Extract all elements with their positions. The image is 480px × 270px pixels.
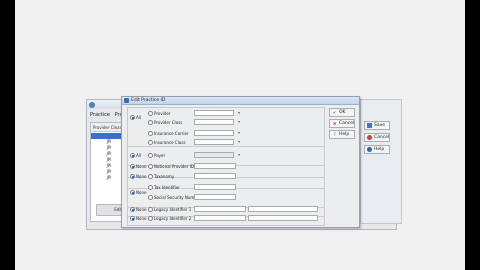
legacy2-extra-field[interactable]: [248, 215, 318, 221]
payer-label: Payer: [154, 153, 166, 158]
letterbox-right: [465, 0, 480, 270]
legacy2-label: Legacy Identifier 2: [154, 216, 192, 221]
save-label: Save: [374, 123, 386, 128]
none-label-npi: None: [136, 164, 147, 169]
legacy1-label: Legacy Identifier 1: [154, 207, 192, 212]
none-radio-legacy2[interactable]: [130, 216, 135, 221]
save-icon: [367, 123, 372, 128]
help-icon: [367, 147, 372, 152]
none-label-legacy1: None: [136, 207, 147, 212]
all-radio-1[interactable]: [130, 115, 135, 120]
tax-id-field[interactable]: [194, 184, 236, 190]
payer-field[interactable]: [194, 152, 234, 158]
cancel-icon: [367, 135, 372, 140]
none-radio-legacy1[interactable]: [130, 207, 135, 212]
insurance-carrier-dropdown-icon[interactable]: ▾: [237, 131, 241, 135]
save-button[interactable]: Save: [364, 121, 390, 130]
ssn-radio[interactable]: [148, 195, 153, 200]
payer-dropdown-icon[interactable]: ▾: [237, 153, 241, 157]
app-icon: [89, 102, 95, 108]
legacy2-field[interactable]: [194, 215, 246, 221]
list-header-label-2: Clear: [110, 125, 122, 130]
insurance-carrier-field[interactable]: [194, 130, 234, 136]
npi-field[interactable]: [194, 163, 236, 169]
none-label-legacy2: None: [136, 216, 147, 221]
all-radio-2[interactable]: [130, 153, 135, 158]
dialog-title: Edit Practice ID: [131, 98, 166, 103]
payer-radio[interactable]: [148, 153, 153, 158]
provider-label: Provider: [154, 111, 171, 116]
check-icon: ✔: [332, 110, 337, 115]
cancel-label: Cancel: [374, 135, 390, 140]
letterbox-left: [0, 0, 15, 270]
provider-class-radio[interactable]: [148, 120, 153, 125]
provider-field[interactable]: [194, 110, 234, 116]
tax-id-radio[interactable]: [148, 185, 153, 190]
insurance-class-radio[interactable]: [148, 140, 153, 145]
legacy1-field[interactable]: [194, 206, 246, 212]
none-label-tax: None: [136, 190, 147, 195]
dialog-help-label: Help: [339, 132, 350, 137]
help-icon: ?: [333, 132, 336, 137]
legacy2-radio[interactable]: [148, 216, 153, 221]
insurance-class-field[interactable]: [194, 139, 234, 145]
edit-practice-id-dialog: Edit Practice ID All Provider Provider C…: [121, 96, 360, 228]
ssn-field[interactable]: [194, 194, 236, 200]
all-label-2: All: [136, 153, 141, 158]
npi-radio[interactable]: [148, 164, 153, 169]
npi-label: National Provider ID: [154, 164, 194, 169]
help-button[interactable]: Help: [364, 145, 390, 154]
dialog-cancel-label: Cancel: [339, 121, 355, 126]
ok-label: OK: [339, 110, 346, 115]
legacy1-radio[interactable]: [148, 207, 153, 212]
taxonomy-radio[interactable]: [148, 174, 153, 179]
help-label: Help: [374, 147, 385, 152]
none-radio-npi[interactable]: [130, 164, 135, 169]
insurance-carrier-label: Insurance Carrier: [154, 131, 189, 136]
provider-class-label: Provider Class: [154, 120, 183, 125]
menu-item-practice[interactable]: Practice: [90, 110, 110, 120]
dialog-help-button[interactable]: ? Help: [329, 130, 355, 139]
parent-side-buttons: Save Cancel Help: [360, 99, 402, 224]
list-header-label: Provider: [93, 125, 110, 130]
insurance-carrier-radio[interactable]: [148, 131, 153, 136]
cancel-icon: ✖: [332, 121, 337, 126]
dialog-cancel-button[interactable]: ✖ Cancel: [329, 119, 355, 128]
all-label-1: All: [136, 115, 141, 120]
legacy1-extra-field[interactable]: [248, 206, 318, 212]
tax-id-label: Tax Identifier: [154, 185, 180, 190]
provider-class-dropdown-icon[interactable]: ▾: [237, 120, 241, 124]
none-radio-taxonomy[interactable]: [130, 174, 135, 179]
provider-class-field[interactable]: [194, 119, 234, 125]
dialog-icon: [124, 98, 129, 103]
ok-button[interactable]: ✔ OK: [329, 108, 355, 117]
cancel-button[interactable]: Cancel: [364, 133, 390, 142]
insurance-class-label: Insurance Class: [154, 140, 186, 145]
none-label-taxonomy: None: [136, 174, 147, 179]
insurance-class-dropdown-icon[interactable]: ▾: [237, 140, 241, 144]
dialog-title-bar[interactable]: Edit Practice ID: [122, 97, 359, 105]
taxonomy-label: Taxonomy: [154, 174, 175, 179]
divider: [128, 146, 324, 147]
list-header: Provider Clear: [91, 123, 125, 132]
taxonomy-field[interactable]: [194, 173, 236, 179]
provider-radio[interactable]: [148, 111, 153, 116]
provider-dropdown-icon[interactable]: ▾: [237, 111, 241, 115]
none-radio-tax[interactable]: [130, 190, 135, 195]
